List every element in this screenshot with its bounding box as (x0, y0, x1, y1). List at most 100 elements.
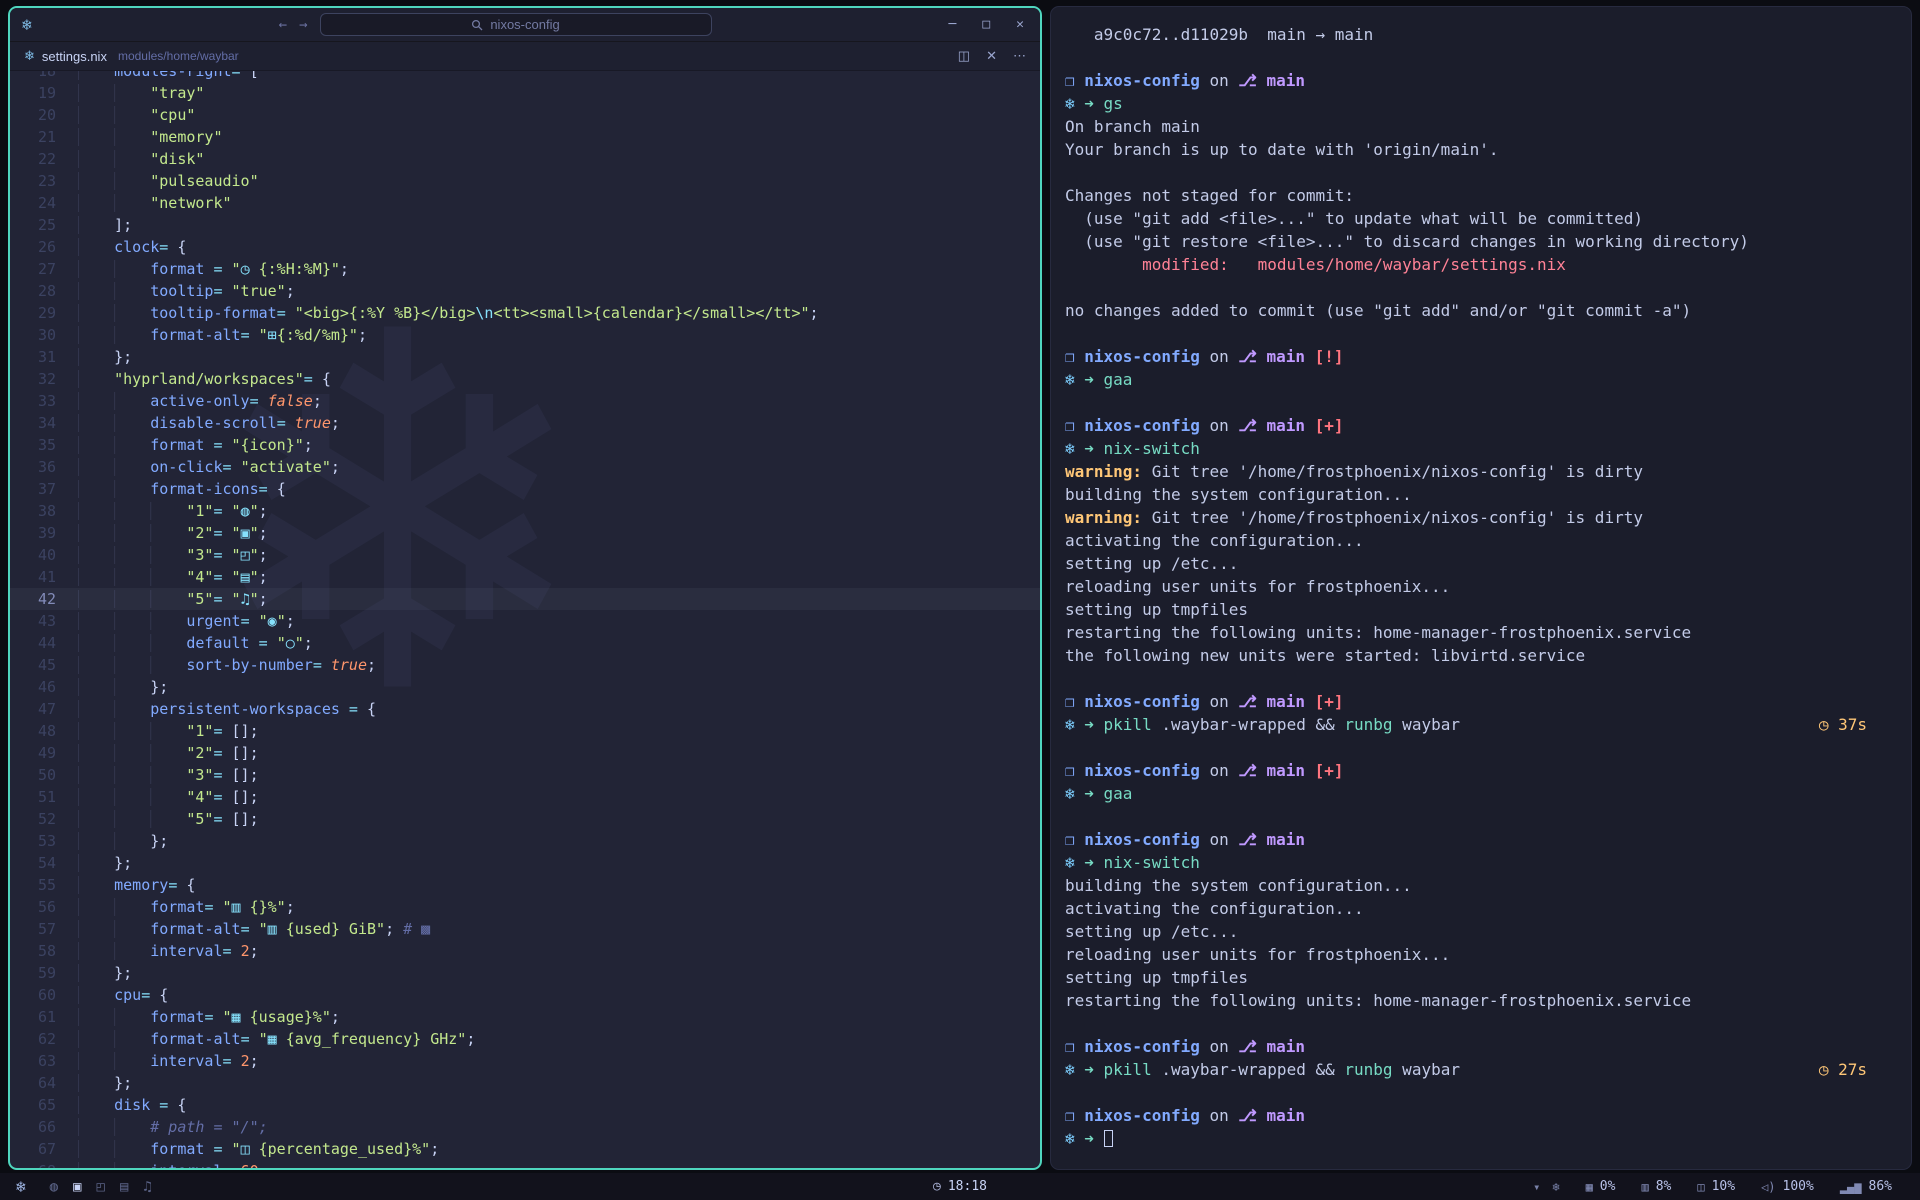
terminal-line: warning: Git tree '/home/frostphoenix/ni… (1065, 506, 1891, 529)
line-number: 59 (10, 962, 72, 984)
search-icon (471, 19, 483, 31)
workspace-4[interactable]: ▤ (120, 1179, 128, 1195)
code-line: 44 default = "○"; (10, 632, 1040, 654)
line-number: 50 (10, 764, 72, 786)
status-bar: ❄ ◍ ▣ ◰ ▤ ♫ ◷ 18:18 ▾ ❄ ▦0% ▥8% ◫10% ◁)100% ▂▄▆86… (0, 1173, 1920, 1200)
terminal-line (1065, 667, 1891, 690)
memory-icon: ▥ (1641, 1180, 1648, 1194)
tray-expand-icon[interactable]: ▾ (1533, 1180, 1540, 1194)
terminal-line (1065, 391, 1891, 414)
code-line: 56 format= "▥ {}%"; (10, 896, 1040, 918)
terminal-cursor (1104, 1130, 1113, 1147)
volume-icon: ◁) (1761, 1180, 1775, 1194)
cpu-module[interactable]: ▦0% (1586, 1179, 1616, 1194)
code-line: 55 memory= { (10, 874, 1040, 896)
tab-settings-nix[interactable]: ❄ settings.nix modules/home/waybar (10, 42, 253, 70)
code-line: 60 cpu= { (10, 984, 1040, 1006)
code-line: 37 format-icons= { (10, 478, 1040, 500)
close-editor-icon[interactable]: ✕ (986, 48, 997, 64)
terminal-window[interactable]: a9c0c72..d11029b main → main ❐ nixos-conf… (1050, 6, 1912, 1170)
code-line: 52 "5"= []; (10, 808, 1040, 830)
line-number: 42 (10, 588, 72, 610)
command-duration: ◷ 27s (1819, 1058, 1867, 1081)
code-line: 50 "3"= []; (10, 764, 1040, 786)
line-number: 62 (10, 1028, 72, 1050)
code-line: 64 }; (10, 1072, 1040, 1094)
minimize-button[interactable]: ─ (949, 17, 957, 32)
line-number: 53 (10, 830, 72, 852)
line-number: 22 (10, 148, 72, 170)
line-number: 45 (10, 654, 72, 676)
line-number: 18 (10, 71, 72, 82)
workspace-3[interactable]: ◰ (97, 1179, 105, 1195)
line-number: 20 (10, 104, 72, 126)
tray-app-icon[interactable]: ❄ (1552, 1180, 1559, 1194)
clock-module[interactable]: ◷ 18:18 (933, 1179, 987, 1194)
terminal-line: restarting the following units: home-man… (1065, 989, 1891, 1012)
line-number: 37 (10, 478, 72, 500)
workspace-5[interactable]: ♫ (143, 1179, 151, 1195)
workspaces: ◍ ▣ ◰ ▤ ♫ (50, 1179, 152, 1195)
code-line: 63 interval= 2; (10, 1050, 1040, 1072)
code-line: 40 "3"= "◰"; (10, 544, 1040, 566)
code-line: 38 "1"= "◍"; (10, 500, 1040, 522)
line-number: 64 (10, 1072, 72, 1094)
line-number: 57 (10, 918, 72, 940)
code-line: 59 }; (10, 962, 1040, 984)
code-line: 28 tooltip= "true"; (10, 280, 1040, 302)
volume-module[interactable]: ◁)100% (1761, 1179, 1814, 1194)
back-button[interactable]: ← (279, 17, 287, 33)
command-center[interactable]: nixos-config (320, 13, 712, 36)
line-number: 60 (10, 984, 72, 1006)
memory-module[interactable]: ▥8% (1641, 1179, 1671, 1194)
maximize-button[interactable]: □ (982, 17, 990, 32)
terminal-line: ❐ nixos-config on ⎇ main [+] (1065, 690, 1891, 713)
line-number: 44 (10, 632, 72, 654)
terminal-line: On branch main (1065, 115, 1891, 138)
workspace-1[interactable]: ◍ (50, 1179, 58, 1195)
line-number: 40 (10, 544, 72, 566)
nix-logo-icon[interactable]: ❄ (16, 1177, 26, 1196)
nix-app-icon: ❄ (10, 15, 42, 34)
code-area[interactable]: ❄ 18 modules-right= [19 "tray"20 "cpu"21… (10, 71, 1040, 1168)
terminal-line: a9c0c72..d11029b main → main (1065, 23, 1891, 46)
terminal-line: restarting the following units: home-man… (1065, 621, 1891, 644)
terminal-line: ❄ ➜ pkill .waybar-wrapped && runbg wayba… (1065, 713, 1891, 736)
more-actions-icon[interactable]: ⋯ (1013, 48, 1026, 64)
code-line: 18 modules-right= [ (10, 71, 1040, 82)
terminal-line: (use "git restore <file>..." to discard … (1065, 230, 1891, 253)
line-number: 25 (10, 214, 72, 236)
code-line: 46 }; (10, 676, 1040, 698)
code-line: 67 format = "◫ {percentage_used}%"; (10, 1138, 1040, 1160)
terminal-line: activating the configuration... (1065, 529, 1891, 552)
code-line: 39 "2"= "▣"; (10, 522, 1040, 544)
terminal-line (1065, 276, 1891, 299)
terminal-line: modified: modules/home/waybar/settings.n… (1065, 253, 1891, 276)
line-number: 26 (10, 236, 72, 258)
line-number: 32 (10, 368, 72, 390)
close-button[interactable]: ✕ (1016, 17, 1024, 32)
terminal-line (1065, 1081, 1891, 1104)
forward-button[interactable]: → (299, 17, 307, 33)
terminal-line: setting up /etc... (1065, 552, 1891, 575)
terminal-line: no changes added to commit (use "git add… (1065, 299, 1891, 322)
code-line: 25 ]; (10, 214, 1040, 236)
code-line: 22 "disk" (10, 148, 1040, 170)
network-module[interactable]: ▂▄▆86% (1840, 1179, 1892, 1194)
code-line: 19 "tray" (10, 82, 1040, 104)
code-line: 66 # path = "/"; (10, 1116, 1040, 1138)
command-duration: ◷ 37s (1819, 713, 1867, 736)
terminal-line: setting up tmpfiles (1065, 598, 1891, 621)
split-editor-icon[interactable]: ◫ (958, 48, 970, 64)
bar-right: ▾ ❄ ▦0% ▥8% ◫10% ◁)100% ▂▄▆86% (1533, 1179, 1920, 1194)
terminal-line: ❐ nixos-config on ⎇ main (1065, 69, 1891, 92)
code-line: 47 persistent-workspaces = { (10, 698, 1040, 720)
terminal-line: ❄ ➜ gaa (1065, 782, 1891, 805)
workspace-2[interactable]: ▣ (73, 1179, 81, 1195)
line-number: 30 (10, 324, 72, 346)
terminal-line: ❄ ➜ nix-switch (1065, 437, 1891, 460)
disk-module[interactable]: ◫10% (1697, 1179, 1735, 1194)
code-line: 41 "4"= "▤"; (10, 566, 1040, 588)
line-number: 19 (10, 82, 72, 104)
network-icon: ▂▄▆ (1840, 1180, 1862, 1194)
